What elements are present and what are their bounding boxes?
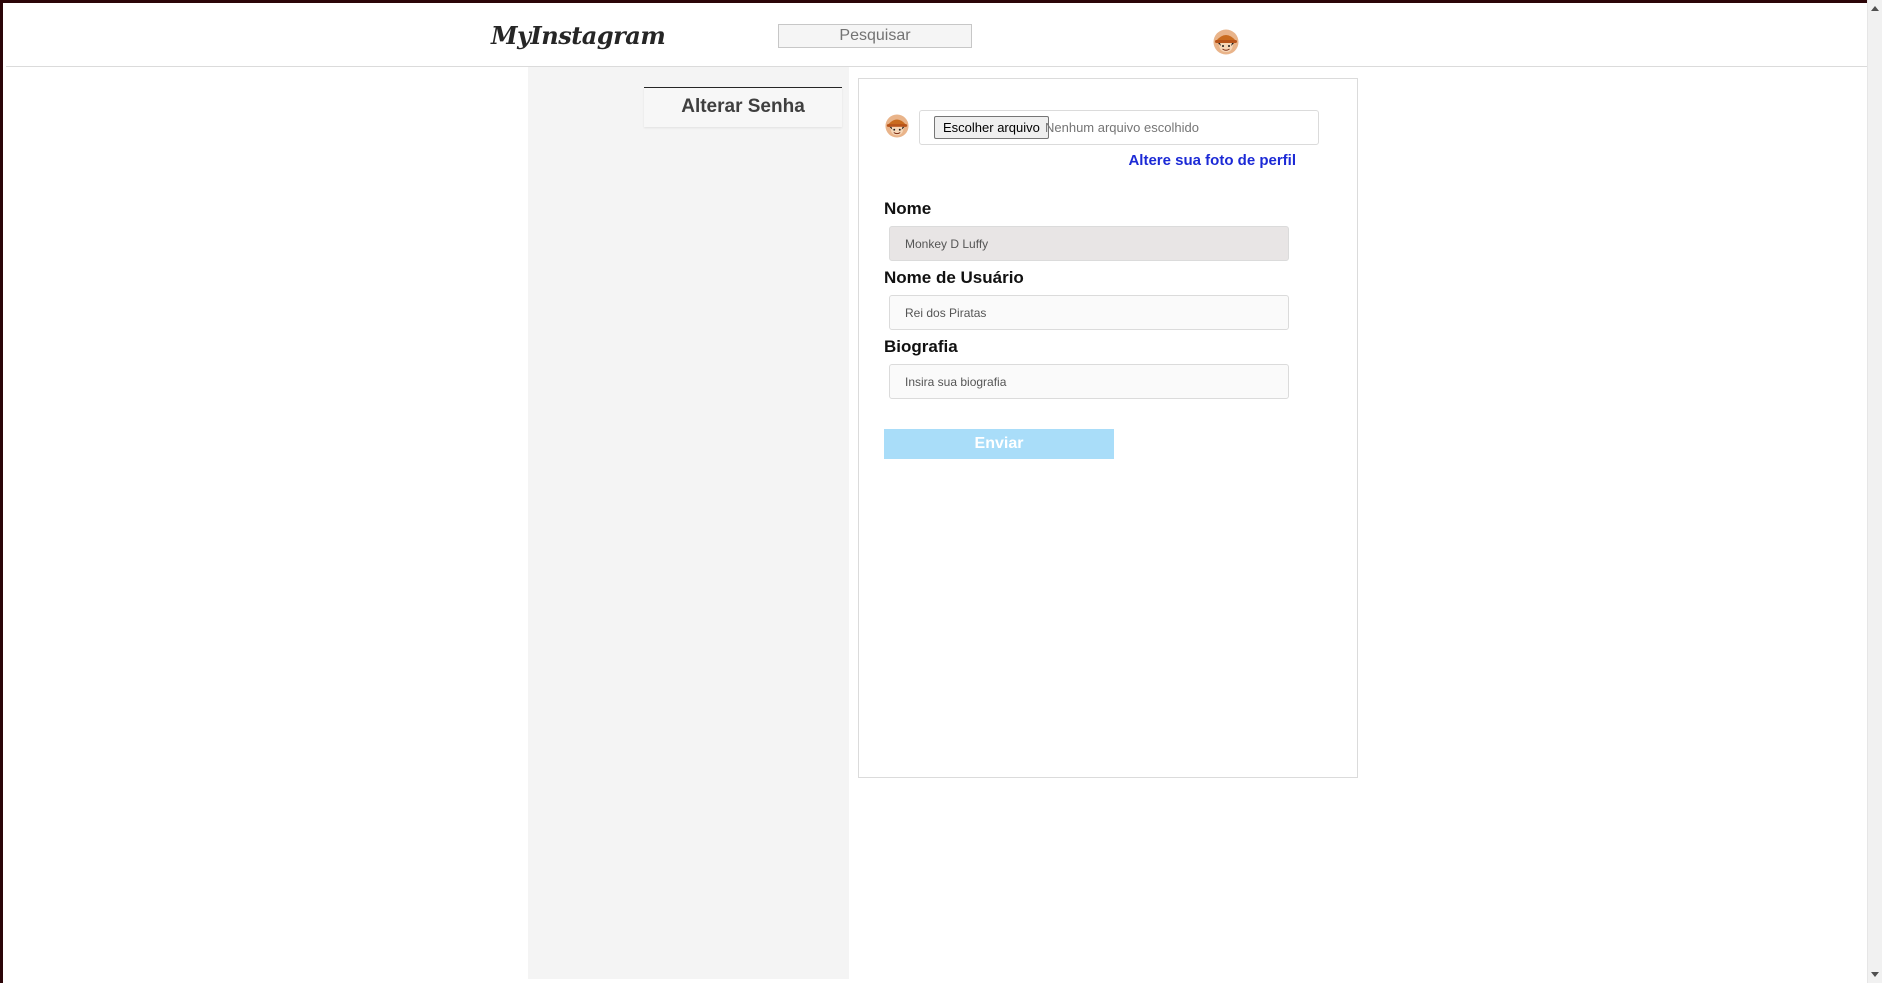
name-field xyxy=(889,226,1289,261)
app-logo[interactable]: MyInstagram xyxy=(491,21,666,50)
browser-viewport: MyInstagram Alterar Senha E xyxy=(0,0,1882,983)
file-status-text: Nenhum arquivo escolhido xyxy=(1045,120,1199,135)
top-navbar: MyInstagram xyxy=(6,6,1868,67)
biography-label: Biografia xyxy=(884,337,958,356)
change-profile-photo-label[interactable]: Altere sua foto de perfil xyxy=(1128,152,1296,169)
vertical-scrollbar[interactable] xyxy=(1867,0,1882,983)
username-field[interactable] xyxy=(889,295,1289,330)
change-profile-photo-link[interactable]: Altere sua foto de perfil xyxy=(859,152,1296,169)
scroll-up-arrow-icon[interactable] xyxy=(1871,6,1879,11)
profile-avatar-icon[interactable] xyxy=(1213,29,1239,55)
biography-field[interactable] xyxy=(889,364,1289,399)
settings-sidebar: Alterar Senha xyxy=(528,67,849,979)
choose-file-button[interactable]: Escolher arquivo xyxy=(934,116,1049,139)
edit-profile-panel: Escolher arquivo Nenhum arquivo escolhid… xyxy=(858,78,1358,778)
submit-button[interactable]: Enviar xyxy=(884,429,1114,459)
profile-photo-file-input[interactable]: Escolher arquivo Nenhum arquivo escolhid… xyxy=(919,110,1319,145)
scroll-down-arrow-icon[interactable] xyxy=(1871,972,1879,977)
name-label: Nome xyxy=(884,199,932,218)
username-label: Nome de Usuário xyxy=(884,268,1024,287)
sidebar-item-alterar-senha[interactable]: Alterar Senha xyxy=(644,87,842,127)
profile-photo-avatar-icon xyxy=(885,114,909,138)
search-input[interactable] xyxy=(778,24,972,48)
